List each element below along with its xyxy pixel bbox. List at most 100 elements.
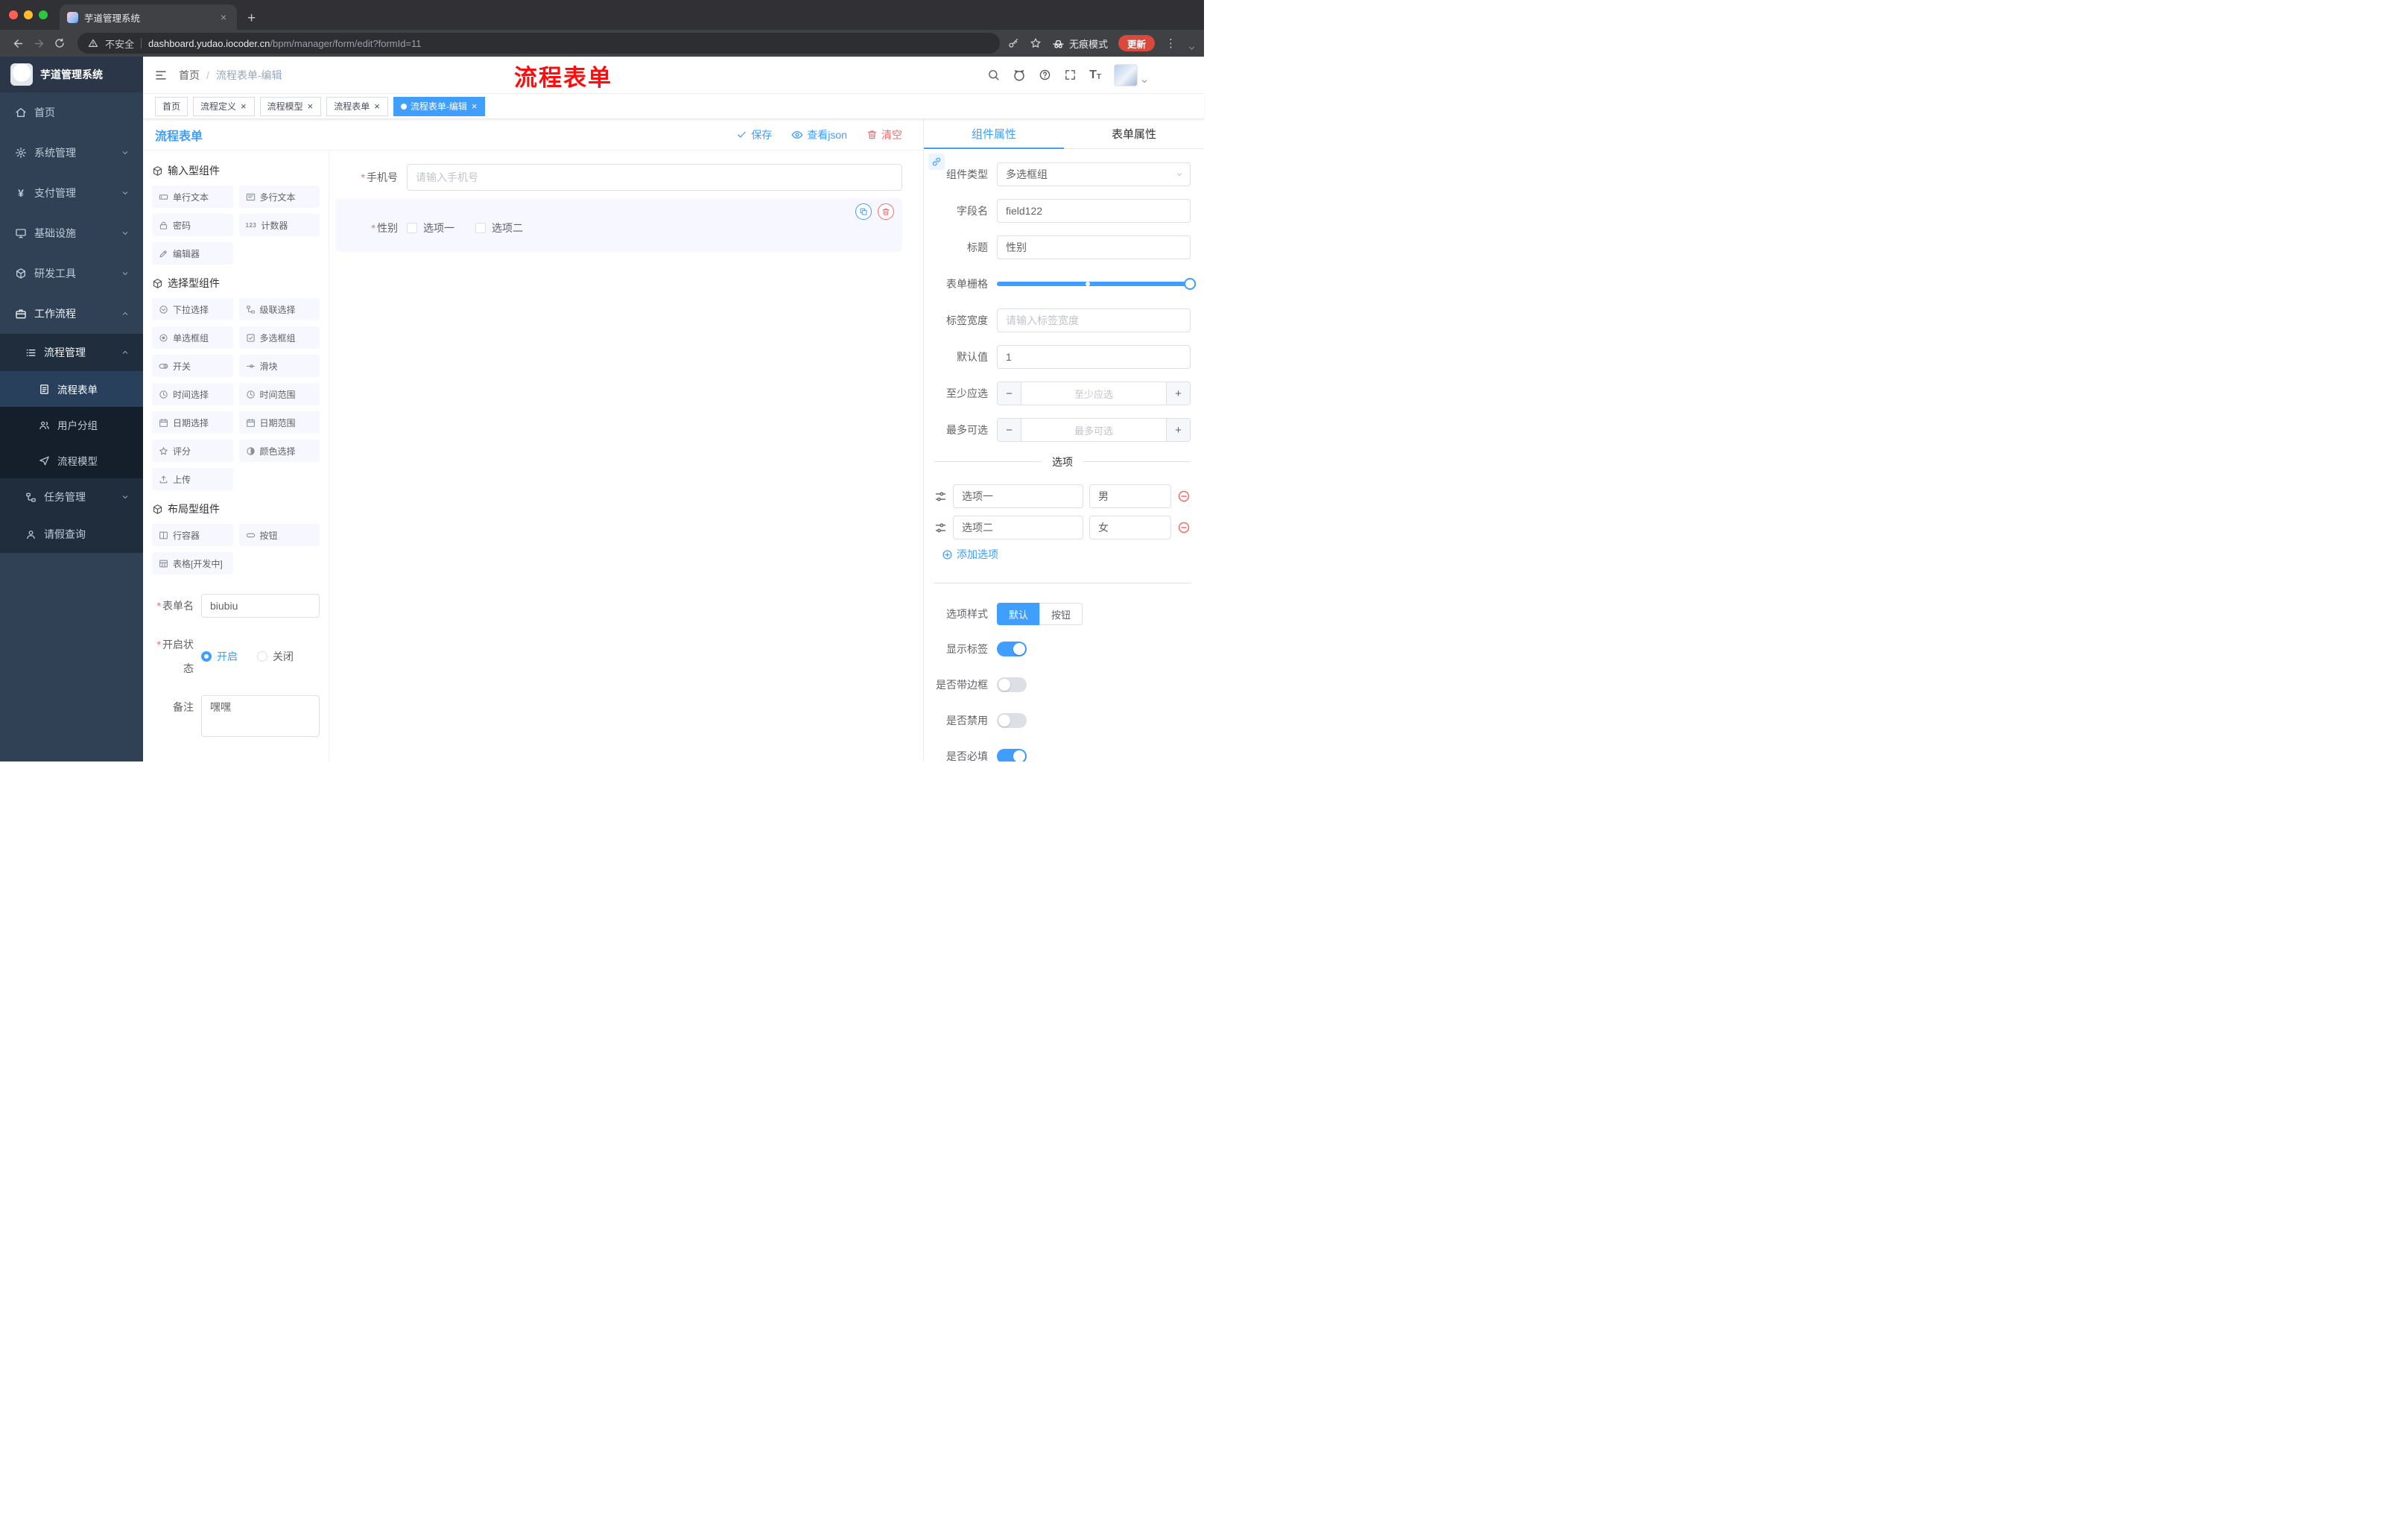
- with-border-toggle[interactable]: [997, 677, 1027, 692]
- palette-item-date-range[interactable]: 日期范围: [238, 411, 320, 434]
- window-close-button[interactable]: [9, 10, 18, 19]
- route-tag-process-model[interactable]: 流程模型 ×: [259, 96, 322, 116]
- view-json-button[interactable]: 查看json: [791, 127, 847, 142]
- tag-close-icon[interactable]: ×: [471, 101, 478, 111]
- browser-tab[interactable]: 芋道管理系统 ×: [60, 4, 237, 30]
- browser-update-button[interactable]: 更新: [1118, 35, 1155, 51]
- sidebar-item-system-management[interactable]: 系统管理: [0, 133, 143, 173]
- sidebar-item-process-management[interactable]: 流程管理: [0, 334, 143, 371]
- stepper-decrease-button[interactable]: −: [998, 419, 1021, 441]
- style-button-button[interactable]: 按钮: [1039, 603, 1083, 625]
- max-select-value[interactable]: 最多可选: [1021, 419, 1166, 441]
- status-radio-off[interactable]: 关闭: [257, 649, 294, 664]
- tab-close-icon[interactable]: ×: [218, 10, 229, 24]
- drag-handle-icon[interactable]: [934, 522, 947, 534]
- option-label-input[interactable]: [953, 484, 1083, 508]
- clear-button[interactable]: 清空: [866, 127, 902, 142]
- option-value-input[interactable]: [1089, 484, 1171, 508]
- required-toggle[interactable]: [997, 749, 1027, 762]
- palette-item-editor[interactable]: 编辑器: [152, 242, 233, 265]
- sidebar-item-leave-query[interactable]: 请假查询: [0, 516, 143, 553]
- grid-span-slider[interactable]: [997, 272, 1197, 296]
- palette-item-switch[interactable]: 开关: [152, 355, 233, 377]
- palette-item-table[interactable]: 表格[开发中]: [152, 552, 233, 574]
- option-value-input[interactable]: [1089, 516, 1171, 539]
- tag-close-icon[interactable]: ×: [240, 101, 247, 111]
- sidebar-item-process-model[interactable]: 流程模型: [0, 443, 143, 478]
- help-icon[interactable]: [1039, 69, 1051, 81]
- route-tag-home[interactable]: 首页: [155, 96, 188, 116]
- tab-form-props[interactable]: 表单属性: [1064, 119, 1204, 148]
- component-type-select[interactable]: 多选框组: [997, 162, 1191, 186]
- window-zoom-button[interactable]: [39, 10, 48, 19]
- link-button[interactable]: [928, 153, 945, 170]
- palette-item-time-picker[interactable]: 时间选择: [152, 383, 233, 405]
- palette-item-single-line-text[interactable]: 单行文本: [152, 186, 233, 208]
- reload-button[interactable]: [49, 33, 70, 54]
- sidebar-item-user-group[interactable]: 用户分组: [0, 407, 143, 443]
- gender-option-1[interactable]: 选项一: [407, 221, 454, 235]
- palette-item-button[interactable]: 按钮: [238, 524, 320, 546]
- url-text[interactable]: dashboard.yudao.iocoder.cn/bpm/manager/f…: [148, 38, 422, 49]
- drag-handle-icon[interactable]: [934, 490, 947, 503]
- palette-item-color-picker[interactable]: 颜色选择: [238, 440, 320, 462]
- github-icon[interactable]: [1013, 69, 1026, 82]
- palette-item-cascader[interactable]: 级联选择: [238, 298, 320, 320]
- font-size-icon[interactable]: TT: [1089, 69, 1101, 81]
- add-option-button[interactable]: 添加选项: [942, 547, 1191, 562]
- label-width-input[interactable]: [997, 308, 1191, 332]
- palette-item-radio-group[interactable]: 单选框组: [152, 326, 233, 349]
- canvas-field-gender-selected[interactable]: * 性别 选项一 选项二: [335, 198, 902, 252]
- palette-item-date-picker[interactable]: 日期选择: [152, 411, 233, 434]
- stepper-increase-button[interactable]: +: [1166, 419, 1190, 441]
- title-input[interactable]: [997, 235, 1191, 259]
- address-bar[interactable]: 不安全 dashboard.yudao.iocoder.cn/bpm/manag…: [77, 33, 1000, 54]
- palette-item-select[interactable]: 下拉选择: [152, 298, 233, 320]
- disabled-toggle[interactable]: [997, 713, 1027, 728]
- sidebar-item-task-management[interactable]: 任务管理: [0, 478, 143, 516]
- sidebar-item-home[interactable]: 首页: [0, 92, 143, 133]
- status-radio-on[interactable]: 开启: [201, 649, 238, 664]
- window-minimize-button[interactable]: [24, 10, 33, 19]
- security-label[interactable]: 不安全: [105, 37, 134, 51]
- search-icon[interactable]: [987, 69, 1000, 81]
- show-label-toggle[interactable]: [997, 642, 1027, 656]
- fullscreen-icon[interactable]: [1064, 69, 1077, 81]
- stepper-decrease-button[interactable]: −: [998, 382, 1021, 405]
- tab-component-props[interactable]: 组件属性: [924, 119, 1064, 149]
- min-select-value[interactable]: 至少应选: [1021, 382, 1166, 405]
- save-button[interactable]: 保存: [736, 127, 772, 142]
- stepper-increase-button[interactable]: +: [1166, 382, 1190, 405]
- route-tag-process-form[interactable]: 流程表单 ×: [326, 96, 388, 116]
- canvas-field-phone[interactable]: * 手机号: [335, 164, 902, 191]
- forward-button[interactable]: [28, 33, 49, 54]
- palette-item-upload[interactable]: 上传: [152, 468, 233, 490]
- sidebar-item-payment-management[interactable]: ¥ 支付管理: [0, 173, 143, 213]
- route-tag-process-form-edit[interactable]: 流程表单-编辑 ×: [393, 96, 486, 116]
- sidebar-item-workflow[interactable]: 工作流程: [0, 294, 143, 334]
- checkbox[interactable]: [407, 223, 417, 233]
- browser-menu-icon[interactable]: ⋮: [1165, 37, 1176, 50]
- route-tag-process-definition[interactable]: 流程定义 ×: [193, 96, 255, 116]
- copy-component-button[interactable]: [855, 203, 872, 220]
- checkbox[interactable]: [475, 223, 486, 233]
- palette-item-slider[interactable]: 滑块: [238, 355, 320, 377]
- sidebar-item-infrastructure[interactable]: 基础设施: [0, 213, 143, 253]
- design-canvas[interactable]: *手机号 *性别 选项一 选项二: [329, 151, 923, 762]
- sidebar-collapse-button[interactable]: [143, 57, 179, 93]
- remove-option-button[interactable]: [1177, 490, 1191, 503]
- password-key-icon[interactable]: [1007, 37, 1019, 49]
- user-avatar-menu[interactable]: [1114, 63, 1149, 86]
- palette-item-row-container[interactable]: 行容器: [152, 524, 233, 546]
- back-button[interactable]: [7, 33, 28, 54]
- bookmark-star-icon[interactable]: [1030, 37, 1042, 49]
- sidebar-item-process-form[interactable]: 流程表单: [0, 371, 143, 407]
- tag-close-icon[interactable]: ×: [373, 101, 381, 111]
- option-label-input[interactable]: [953, 516, 1083, 539]
- remove-option-button[interactable]: [1177, 521, 1191, 534]
- phone-input[interactable]: [407, 164, 902, 191]
- palette-item-rate[interactable]: 评分: [152, 440, 233, 462]
- delete-component-button[interactable]: [878, 203, 894, 220]
- form-remark-textarea[interactable]: 嘿嘿: [201, 695, 320, 737]
- palette-item-password[interactable]: 密码: [152, 214, 233, 236]
